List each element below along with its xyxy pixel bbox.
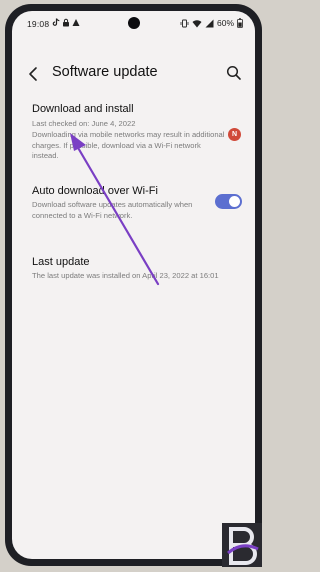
back-button[interactable]: [26, 65, 42, 83]
lock-icon: [63, 18, 69, 27]
search-button[interactable]: [225, 64, 243, 82]
phone-frame: 19:08 60% Software update Download and i…: [5, 4, 262, 566]
app-header: Software update: [12, 61, 255, 91]
signal-icon: [205, 19, 214, 27]
status-bar: 19:08 60%: [12, 11, 255, 33]
auto-download-toggle[interactable]: [215, 194, 242, 209]
auto-download-description: Download software updates automatically …: [32, 200, 193, 220]
download-install-title[interactable]: Download and install: [32, 103, 134, 115]
toggle-knob: [229, 196, 240, 207]
auto-download-title[interactable]: Auto download over Wi-Fi: [32, 185, 158, 197]
new-badge: N: [228, 128, 241, 141]
last-update-title[interactable]: Last update: [32, 256, 90, 268]
wifi-icon: [192, 19, 202, 27]
back-arrow-icon: [29, 67, 37, 81]
annotation-arrow: [70, 133, 160, 286]
vibrate-icon: [180, 19, 189, 27]
search-icon: [226, 65, 241, 80]
system-icons: 60%: [180, 18, 243, 28]
warning-icon: [72, 19, 80, 26]
last-checked-text: Last checked on: June 4, 2022: [32, 119, 136, 128]
battery-percentage: 60%: [216, 18, 234, 28]
watermark-b-logo-icon: [227, 527, 259, 565]
front-camera: [128, 17, 140, 29]
last-update-description: The last update was installed on April 2…: [32, 271, 219, 280]
screen: 19:08 60% Software update Download and i…: [12, 11, 255, 559]
status-time: 19:08: [27, 19, 50, 29]
download-warning-text: Downloading via mobile networks may resu…: [32, 130, 225, 160]
page-title: Software update: [52, 64, 158, 80]
battery-icon: [237, 18, 243, 28]
notification-icons: [52, 18, 80, 27]
watermark-logo: [222, 523, 262, 567]
tiktok-icon: [52, 18, 60, 26]
